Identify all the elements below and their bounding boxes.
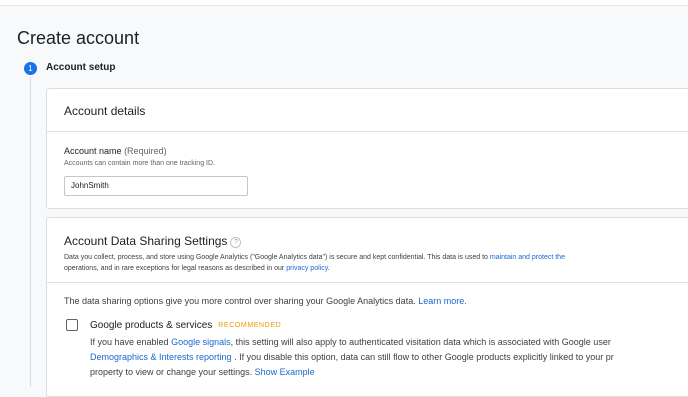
recommended-badge: RECOMMENDED	[218, 322, 282, 329]
top-bar	[0, 0, 688, 6]
account-details-heading: Account details	[64, 104, 146, 118]
page-title: Create account	[17, 28, 140, 48]
google-signals-link[interactable]: Google signals	[171, 337, 231, 347]
account-details-card: Account details Account name (Required) …	[46, 88, 688, 209]
step-number-badge: 1	[24, 62, 37, 75]
account-name-label: Account name (Required)	[64, 146, 167, 156]
demographics-reporting-link[interactable]: Demographics & Interests reporting	[90, 352, 232, 362]
google-products-description: If you have enabled Google signals, this…	[90, 335, 614, 380]
privacy-policy-link[interactable]: privacy policy	[286, 265, 328, 272]
data-sharing-description: Data you collect, process, and store usi…	[64, 252, 565, 274]
opt-desc-text: , this setting will also apply to authen…	[230, 337, 611, 347]
account-name-label-text: Account name	[64, 146, 122, 156]
account-name-input[interactable]: JohnSmith	[64, 176, 248, 196]
account-name-hint: Accounts can contain more than one track…	[64, 160, 215, 167]
google-products-option-title: Google products & services RECOMMENDED	[90, 320, 281, 331]
opt-desc-text: . If you disable this option, data can s…	[231, 352, 614, 362]
card-divider	[47, 131, 688, 132]
desc-text: Data you collect, process, and store usi…	[64, 254, 490, 261]
maintain-protect-link[interactable]: maintain and protect the	[490, 254, 565, 261]
data-sharing-heading-text: Account Data Sharing Settings	[64, 234, 228, 248]
sharing-options-text: The data sharing options give you more c…	[64, 296, 467, 306]
stepper-line	[30, 77, 31, 387]
show-example-link[interactable]: Show Example	[255, 367, 315, 377]
step-title: Account setup	[46, 62, 116, 73]
help-icon[interactable]: ?	[230, 237, 242, 248]
options-intro-text: The data sharing options give you more c…	[64, 296, 419, 306]
desc-text: .	[327, 265, 330, 272]
card-divider	[47, 282, 688, 283]
data-sharing-heading: Account Data Sharing Settings?	[64, 234, 242, 248]
google-products-checkbox[interactable]	[66, 319, 78, 331]
learn-more-link[interactable]: Learn more.	[418, 296, 467, 306]
required-marker: (Required)	[124, 146, 167, 156]
data-sharing-card: Account Data Sharing Settings? Data you …	[46, 217, 688, 397]
opt-desc-text: property to view or change your settings…	[90, 367, 255, 377]
google-products-label: Google products & services	[90, 320, 213, 331]
desc-text: operations, and in rare exceptions for l…	[64, 265, 287, 272]
opt-desc-text: If you have enabled	[90, 337, 172, 347]
